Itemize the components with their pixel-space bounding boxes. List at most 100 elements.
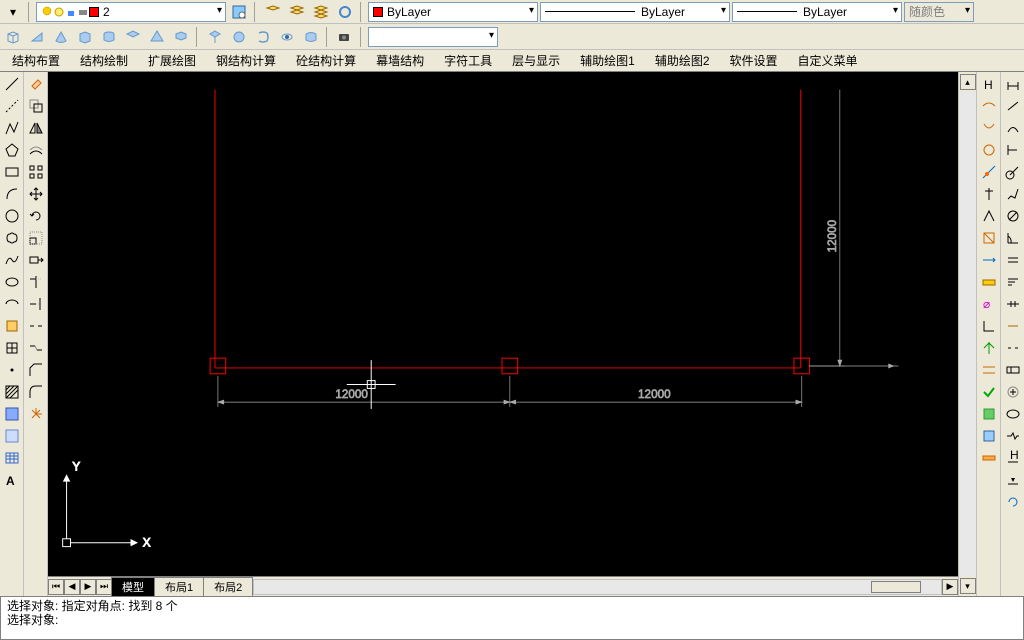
custom-tool-icon[interactable] — [979, 382, 999, 402]
custom-tool-icon[interactable] — [979, 360, 999, 380]
ellipse-icon[interactable] — [2, 272, 22, 292]
move-icon[interactable] — [26, 184, 46, 204]
ellipse-arc-icon[interactable] — [2, 294, 22, 314]
rectangle-icon[interactable] — [2, 162, 22, 182]
dim-continue-icon[interactable] — [1003, 294, 1023, 314]
point-icon[interactable] — [2, 360, 22, 380]
custom-tool-icon[interactable]: H — [979, 74, 999, 94]
last-layout-icon[interactable]: ⏭ — [96, 579, 112, 595]
dim-jogged-icon[interactable] — [1003, 184, 1023, 204]
next-layout-icon[interactable]: ▶ — [80, 579, 96, 595]
drawing-canvas[interactable]: 12000 12000 12000 — [48, 72, 958, 576]
custom-tool-icon[interactable] — [979, 228, 999, 248]
menu-concrete-calc[interactable]: 砼结构计算 — [288, 50, 364, 71]
dim-update-icon[interactable] — [1003, 492, 1023, 512]
custom-tool-icon[interactable] — [979, 184, 999, 204]
explode-icon[interactable] — [26, 404, 46, 424]
make-block-icon[interactable] — [2, 338, 22, 358]
custom-tool-icon[interactable] — [979, 404, 999, 424]
gradient-icon[interactable] — [2, 404, 22, 424]
cylinder-icon[interactable] — [98, 26, 120, 48]
menu-extend-draw[interactable]: 扩展绘图 — [140, 50, 204, 71]
stretch-icon[interactable] — [26, 250, 46, 270]
lineweight-dropdown[interactable]: ByLayer — [732, 2, 902, 22]
chamfer-icon[interactable] — [26, 360, 46, 380]
custom-tool-icon[interactable] — [979, 426, 999, 446]
layer-props-icon[interactable] — [228, 1, 250, 23]
dim-edit-icon[interactable]: H — [1003, 448, 1023, 468]
menu-aux-draw2[interactable]: 辅助绘图2 — [647, 50, 718, 71]
custom-tool-icon[interactable] — [979, 140, 999, 160]
view-dropdown[interactable] — [368, 27, 498, 47]
loft-icon[interactable] — [300, 26, 322, 48]
tab-layout2[interactable]: 布局2 — [203, 577, 253, 596]
vscrollbar[interactable]: ▴ ▾ — [958, 72, 976, 596]
custom-tool-icon[interactable] — [979, 272, 999, 292]
custom-tool-icon[interactable]: ⌀ — [979, 294, 999, 314]
linetype-dropdown[interactable]: ByLayer — [540, 2, 730, 22]
box-icon[interactable] — [2, 26, 24, 48]
layer-dropdown[interactable]: 2 — [36, 2, 226, 22]
menu-software-setting[interactable]: 软件设置 — [722, 50, 786, 71]
hscroll-thumb[interactable] — [871, 581, 921, 593]
dim-angular-icon[interactable] — [1003, 228, 1023, 248]
command-line[interactable]: 选择对象: 指定对角点: 找到 8 个 选择对象: — [0, 596, 1024, 640]
presspull-icon[interactable] — [228, 26, 250, 48]
custom-tool-icon[interactable] — [979, 206, 999, 226]
wedge-icon[interactable] — [26, 26, 48, 48]
polygon-icon[interactable] — [2, 140, 22, 160]
dim-quick-icon[interactable] — [1003, 250, 1023, 270]
custom-tool-icon[interactable] — [979, 118, 999, 138]
sweep-icon[interactable] — [252, 26, 274, 48]
rotate-icon[interactable] — [26, 206, 46, 226]
torus-icon[interactable] — [122, 26, 144, 48]
arc-icon[interactable] — [2, 184, 22, 204]
mtext-icon[interactable]: A — [2, 470, 22, 490]
menu-steel-calc[interactable]: 钢结构计算 — [208, 50, 284, 71]
menu-custom[interactable]: 自定义菜单 — [790, 50, 866, 71]
menu-structure-layout[interactable]: 结构布置 — [4, 50, 68, 71]
fillet-icon[interactable] — [26, 382, 46, 402]
custom-tool-icon[interactable] — [979, 96, 999, 116]
break-icon[interactable] — [26, 316, 46, 336]
custom-tool-icon[interactable] — [979, 250, 999, 270]
ray-icon[interactable] — [2, 96, 22, 116]
center-mark-icon[interactable] — [1003, 382, 1023, 402]
spline-icon[interactable] — [2, 250, 22, 270]
camera-icon[interactable] — [334, 26, 356, 48]
dropdown-arrow-icon[interactable]: ▾ — [2, 1, 24, 23]
menu-curtain-wall[interactable]: 幕墙结构 — [368, 50, 432, 71]
mirror-icon[interactable] — [26, 118, 46, 138]
menu-aux-draw1[interactable]: 辅助绘图1 — [572, 50, 643, 71]
custom-tool-icon[interactable] — [979, 448, 999, 468]
dim-baseline-icon[interactable] — [1003, 272, 1023, 292]
custom-tool-icon[interactable] — [979, 338, 999, 358]
prev-layout-icon[interactable]: ◀ — [64, 579, 80, 595]
copy-icon[interactable] — [26, 96, 46, 116]
color-dropdown[interactable]: ByLayer — [368, 2, 538, 22]
layer-state-icon[interactable] — [310, 1, 332, 23]
revolve-icon[interactable] — [276, 26, 298, 48]
menu-layer-display[interactable]: 层与显示 — [504, 50, 568, 71]
layer-state-icon[interactable] — [262, 1, 284, 23]
tolerance-icon[interactable] — [1003, 360, 1023, 380]
layer-match-icon[interactable] — [334, 1, 356, 23]
custom-tool-icon[interactable] — [979, 316, 999, 336]
tab-layout1[interactable]: 布局1 — [154, 577, 204, 596]
scroll-up-icon[interactable]: ▴ — [960, 74, 976, 90]
dim-diameter-icon[interactable] — [1003, 206, 1023, 226]
first-layout-icon[interactable]: ⏮ — [48, 579, 64, 595]
hatch-icon[interactable] — [2, 382, 22, 402]
region-icon[interactable] — [2, 426, 22, 446]
dim-break-icon[interactable] — [1003, 338, 1023, 358]
insert-block-icon[interactable] — [2, 316, 22, 336]
line-icon[interactable] — [2, 74, 22, 94]
revcloud-icon[interactable] — [2, 228, 22, 248]
dim-inspect-icon[interactable] — [1003, 404, 1023, 424]
pline-icon[interactable] — [2, 118, 22, 138]
extend-icon[interactable] — [26, 294, 46, 314]
circle-icon[interactable] — [2, 206, 22, 226]
scroll-right-icon[interactable]: ▶ — [942, 579, 958, 595]
custom-tool-icon[interactable] — [979, 162, 999, 182]
join-icon[interactable] — [26, 338, 46, 358]
